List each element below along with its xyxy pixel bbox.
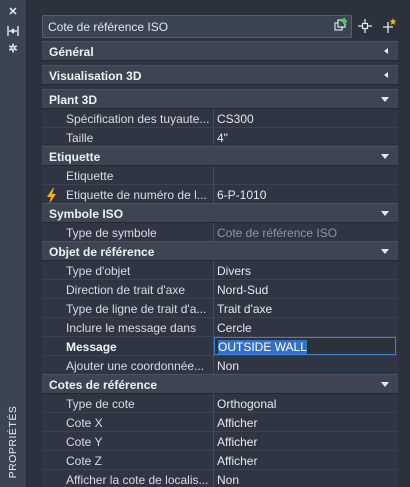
property-label: Cote Y (66, 435, 103, 449)
collapse-icon (381, 97, 389, 102)
property-label: Afficher la cote de localis... (66, 473, 209, 487)
property-value[interactable]: Cercle (217, 321, 395, 335)
property-row-message[interactable]: Message OUTSIDE WALL (42, 337, 398, 356)
property-row[interactable]: Direction de trait d'axe Nord-Sud (42, 280, 398, 299)
section-title: Symbole ISO (49, 207, 124, 221)
property-row[interactable]: Inclure le message dans Cercle (42, 318, 398, 337)
selected-text: OUTSIDE WALL (218, 340, 307, 354)
property-row[interactable]: Cote Y Afficher (42, 432, 398, 451)
collapse-icon (381, 154, 389, 159)
auto-hide-icon[interactable] (6, 25, 20, 37)
property-label: Inclure le message dans (66, 321, 197, 335)
collapse-icon (381, 249, 389, 254)
section-plant-3d[interactable]: Plant 3D (42, 89, 398, 109)
property-value[interactable]: 6-P-1010 (217, 188, 395, 202)
property-label: Etiquette de numéro de l... (66, 188, 207, 202)
property-label: Spécification des tuyaute... (66, 112, 210, 126)
property-label: Ajouter une coordonnée... (66, 359, 205, 373)
properties-grid: Général Visualisation 3D Plant 3D Spécif… (42, 41, 398, 487)
section-general[interactable]: Général (42, 41, 398, 61)
expand-icon (384, 72, 388, 78)
property-value: Cote de référence ISO (217, 226, 338, 240)
property-value[interactable]: Nord-Sud (217, 283, 395, 297)
collapse-icon (381, 211, 389, 216)
property-value[interactable]: Orthogonal (217, 397, 395, 411)
property-label: Cote Z (66, 454, 103, 468)
property-label: Type de ligne de trait d'a... (66, 302, 207, 316)
property-value[interactable]: Afficher (217, 435, 395, 449)
quick-select-icon[interactable] (380, 17, 398, 35)
section-cotes-de-reference[interactable]: Cotes de référence (42, 374, 398, 394)
property-label: Taille (66, 131, 94, 145)
section-title: Cotes de référence (49, 378, 158, 392)
property-value[interactable]: Trait d'axe (217, 302, 395, 316)
property-row[interactable]: Etiquette de numéro de l... 6-P-1010 (42, 185, 398, 204)
property-value[interactable]: 4" (217, 131, 395, 145)
section-title: Visualisation 3D (49, 69, 142, 83)
property-row[interactable]: Spécification des tuyaute... CS300 (42, 109, 398, 128)
close-icon[interactable]: ✕ (6, 6, 20, 18)
property-value[interactable]: CS300 (217, 112, 395, 126)
properties-toolbar: Cote de référence ISO (27, 0, 410, 40)
property-row[interactable]: Type de cote Orthogonal (42, 394, 398, 413)
palette-title-strip: ✕ ✲ PROPRIÉTÉS (0, 0, 27, 487)
property-value[interactable]: Afficher (217, 416, 395, 430)
property-row[interactable]: Etiquette (42, 166, 398, 185)
property-value[interactable]: Divers (217, 264, 395, 278)
object-type-select[interactable]: Cote de référence ISO (42, 15, 352, 38)
property-label: Direction de trait d'axe (66, 283, 186, 297)
section-visualisation-3d[interactable]: Visualisation 3D (42, 65, 398, 85)
property-row[interactable]: Cote Z Afficher (42, 451, 398, 470)
section-title: Etiquette (49, 150, 101, 164)
property-label: Type de symbole (66, 226, 157, 240)
property-value[interactable]: Non (217, 359, 395, 373)
palette-title: PROPRIÉTÉS (7, 405, 19, 479)
property-row[interactable]: Type de ligne de trait d'a... Trait d'ax… (42, 299, 398, 318)
collapse-icon (381, 382, 389, 387)
property-label: Type d'objet (66, 264, 131, 278)
section-symbole-iso[interactable]: Symbole ISO (42, 203, 398, 223)
section-objet-de-reference[interactable]: Objet de référence (42, 241, 398, 261)
toggle-pickadd-icon[interactable] (332, 17, 350, 35)
property-value[interactable]: Non (217, 473, 395, 487)
section-etiquette[interactable]: Etiquette (42, 146, 398, 166)
section-title: Plant 3D (49, 93, 98, 107)
select-objects-icon[interactable] (356, 17, 374, 35)
property-label: Message (66, 340, 117, 354)
property-row[interactable]: Type d'objet Divers (42, 261, 398, 280)
property-label: Type de cote (66, 397, 135, 411)
property-row[interactable]: Ajouter une coordonnée... Non (42, 356, 398, 375)
object-type-value: Cote de référence ISO (48, 20, 169, 34)
property-label: Etiquette (66, 169, 114, 183)
property-value[interactable]: Afficher (217, 454, 395, 468)
property-row[interactable]: Type de symbole Cote de référence ISO (42, 223, 398, 242)
property-row[interactable]: Afficher la cote de localis... Non (42, 470, 398, 487)
section-title: Général (49, 45, 94, 59)
settings-icon[interactable]: ✲ (6, 43, 20, 55)
section-title: Objet de référence (49, 245, 155, 259)
property-row[interactable]: Taille 4" (42, 128, 398, 147)
property-label: Cote X (66, 416, 103, 430)
property-row[interactable]: Cote X Afficher (42, 413, 398, 432)
expand-icon (384, 48, 388, 54)
message-input[interactable]: OUTSIDE WALL (214, 337, 396, 355)
